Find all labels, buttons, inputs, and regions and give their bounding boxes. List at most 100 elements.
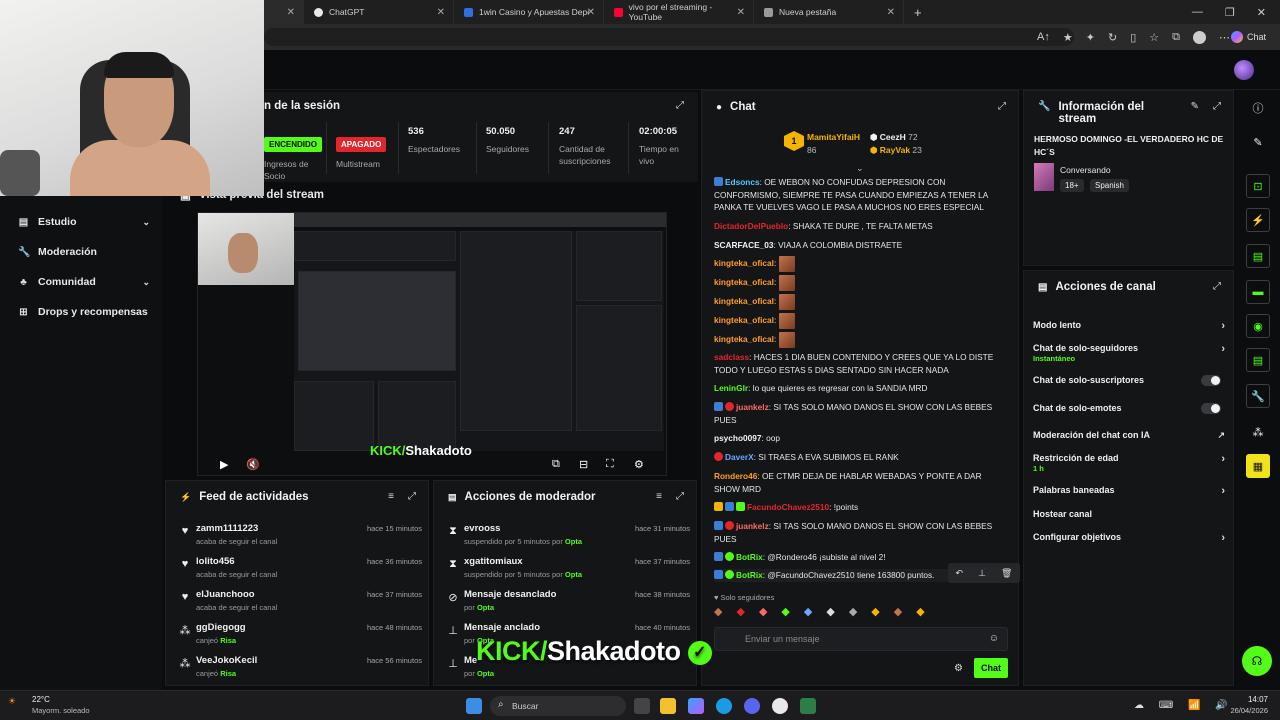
emote-icon[interactable]: ◆: [781, 605, 789, 623]
feed-user[interactable]: lolito456: [196, 556, 235, 567]
chat-username[interactable]: DaverX: [725, 452, 754, 462]
chat-username[interactable]: psycho0097: [714, 433, 762, 443]
chat-input[interactable]: Enviar un mensaje ☺: [714, 627, 1008, 651]
start-icon[interactable]: [466, 698, 482, 714]
taskbar-search[interactable]: ⌕ Buscar: [490, 696, 626, 716]
emote-icon[interactable]: ◆: [849, 605, 857, 623]
sidebar-item-moderation[interactable]: 🔧 Moderación: [18, 242, 150, 262]
url-field[interactable]: [264, 28, 1074, 46]
stream-category[interactable]: Conversando: [1060, 165, 1111, 175]
action-banned-words[interactable]: Palabras baneadas ›: [1033, 485, 1225, 497]
chat-username[interactable]: kingteka_ofical: [714, 296, 774, 306]
category-thumbnail[interactable]: [1034, 163, 1054, 191]
mod-target[interactable]: xgatitomiaux: [464, 556, 523, 567]
chat-username[interactable]: DictadorDelPueblo: [714, 221, 788, 231]
emote-icon[interactable]: ◆: [894, 605, 902, 623]
collapse-leaderboard-icon[interactable]: ⌄: [856, 163, 864, 174]
task-view-icon[interactable]: [634, 698, 650, 714]
file-explorer-icon[interactable]: [660, 698, 676, 714]
weather-temp[interactable]: 22°C: [32, 695, 50, 704]
chat-settings-icon[interactable]: ⚙: [954, 663, 963, 674]
clip-icon[interactable]: ⧉: [552, 458, 560, 471]
app-icon[interactable]: [800, 698, 816, 714]
stream-preview[interactable]: KICK/Shakadoto ▶ 🔇 ⧉ ⊟ ⛶ ⚙: [197, 212, 667, 476]
capture-icon[interactable]: ⊡: [1246, 174, 1270, 198]
copilot-icon[interactable]: [688, 698, 704, 714]
chat-username[interactable]: sadclass: [714, 352, 749, 362]
action-slow-mode[interactable]: Modo lento ›: [1033, 320, 1225, 332]
action-followers-only[interactable]: Chat de solo-seguidores Instantáneo ›: [1033, 343, 1225, 363]
chat-icon[interactable]: ▬: [1246, 280, 1270, 304]
settings-icon[interactable]: ⚙: [634, 458, 644, 471]
feed-user[interactable]: ggDiegogg: [196, 622, 246, 633]
leader-name[interactable]: MamitaYifaiH: [807, 132, 860, 142]
chat-username[interactable]: SCARFACE_03: [714, 240, 773, 250]
bolt-icon[interactable]: ⚡: [1246, 208, 1270, 232]
chat-username[interactable]: BotRix: [736, 570, 763, 580]
leader-name[interactable]: CeezH: [880, 132, 906, 142]
new-tab-button[interactable]: +: [904, 0, 928, 24]
sidebar-item-community[interactable]: ♣ Comunidad ⌄: [18, 272, 150, 292]
close-tab-icon[interactable]: ✕: [737, 7, 745, 18]
emotes-only-toggle[interactable]: [1201, 403, 1221, 414]
broadcast-icon[interactable]: ◉: [1246, 314, 1270, 338]
star-icon[interactable]: ★: [1063, 31, 1073, 44]
feed-user[interactable]: zamm1111223: [196, 523, 258, 534]
feed-user[interactable]: VeeJokoKecil: [196, 655, 257, 666]
chrome-icon[interactable]: [772, 698, 788, 714]
chat-username[interactable]: kingteka_ofical: [714, 315, 774, 325]
calendar-icon[interactable]: ▦: [1246, 454, 1270, 478]
action-host-channel[interactable]: Hostear canal: [1033, 509, 1225, 519]
sidebar-item-studio[interactable]: ▤ Estudio ⌄: [18, 212, 150, 232]
mute-icon[interactable]: 🔇: [246, 458, 260, 471]
tab-youtube[interactable]: vivo por el streaming - YouTube ✕: [604, 0, 754, 24]
moderator-name[interactable]: Opta: [477, 669, 494, 678]
emoji-icon[interactable]: ☺: [989, 633, 999, 644]
sidebar-item-drops[interactable]: ⊞ Drops y recompensas: [18, 302, 150, 322]
info-icon[interactable]: ⓘ: [1246, 96, 1270, 120]
filter-icon[interactable]: ≡: [656, 491, 662, 502]
action-ai-moderation[interactable]: Moderación del chat con IA ↗: [1033, 430, 1225, 440]
chat-username[interactable]: Rondero46: [714, 471, 757, 481]
tab-1win[interactable]: 1win Casino y Apuestas Deportiva ✕: [454, 0, 604, 24]
headset-icon[interactable]: ☊: [1242, 646, 1272, 676]
chat-username[interactable]: LeninGlr: [714, 383, 748, 393]
split-screen-icon[interactable]: ▯: [1130, 31, 1136, 44]
collections-icon[interactable]: ⧉: [1172, 31, 1180, 44]
emote-icon[interactable]: ◆: [759, 605, 767, 623]
chat-username[interactable]: kingteka_ofical: [714, 334, 774, 344]
chat-username[interactable]: kingteka_ofical: [714, 258, 774, 268]
moderator-name[interactable]: Opta: [477, 603, 494, 612]
pen-icon[interactable]: ✎: [1246, 130, 1270, 154]
extension-icon[interactable]: ✦: [1086, 31, 1095, 44]
read-aloud-icon[interactable]: A↑: [1037, 31, 1050, 43]
clock-time[interactable]: 14:07: [1222, 695, 1268, 704]
expand-icon[interactable]: ⤢: [676, 491, 684, 502]
emote-icon[interactable]: ◆: [916, 605, 924, 623]
community-icon[interactable]: ⁂: [1246, 420, 1270, 444]
copilot-chat-button[interactable]: Chat: [1225, 28, 1272, 46]
tab-chatgpt[interactable]: ChatGPT ✕: [304, 0, 454, 24]
emote-icon[interactable]: ◆: [826, 605, 834, 623]
expand-icon[interactable]: ⤢: [676, 100, 684, 111]
expand-icon[interactable]: ⤢: [1213, 101, 1221, 112]
system-tray[interactable]: ☁ ⌨ 📶 🔊: [1134, 700, 1234, 711]
user-avatar[interactable]: [1234, 60, 1254, 80]
close-tab-icon[interactable]: ✕: [587, 7, 595, 18]
feed-user[interactable]: elJuanchooo: [196, 589, 255, 600]
subscribers-only-toggle[interactable]: [1201, 375, 1221, 386]
close-tab-icon[interactable]: ✕: [437, 7, 445, 18]
edge-icon[interactable]: [716, 698, 732, 714]
moderator-name[interactable]: Opta: [565, 537, 582, 546]
chat-username[interactable]: FacundoChavez2510: [747, 502, 829, 512]
action-goals[interactable]: Configurar objetivos ›: [1033, 532, 1225, 544]
discord-icon[interactable]: [744, 698, 760, 714]
chat-username[interactable]: Edsoncs: [725, 177, 760, 187]
close-window-icon[interactable]: ✕: [1257, 6, 1266, 19]
fullscreen-icon[interactable]: ⛶: [606, 458, 614, 471]
favorites-icon[interactable]: ☆: [1149, 31, 1159, 44]
leader-name[interactable]: RayVak: [880, 145, 910, 155]
delete-icon[interactable]: 🗑: [1001, 568, 1012, 579]
reply-icon[interactable]: ↶: [956, 568, 964, 579]
profile-icon[interactable]: [1193, 30, 1206, 44]
